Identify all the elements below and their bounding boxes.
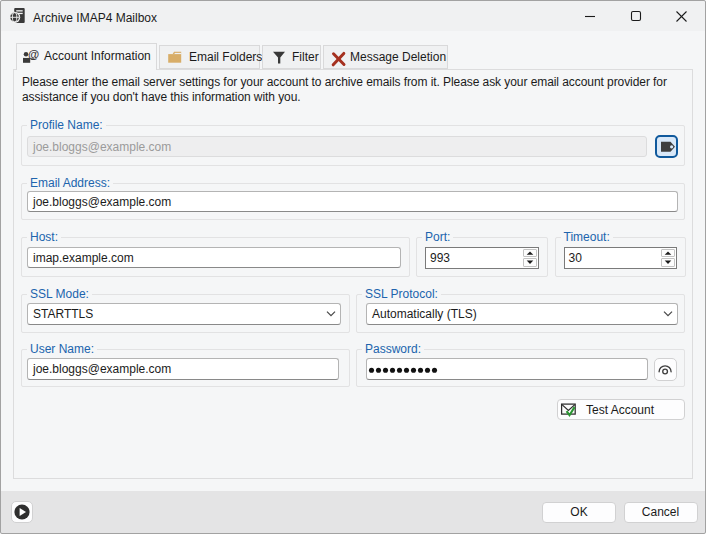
svg-text:@: @: [28, 48, 39, 60]
